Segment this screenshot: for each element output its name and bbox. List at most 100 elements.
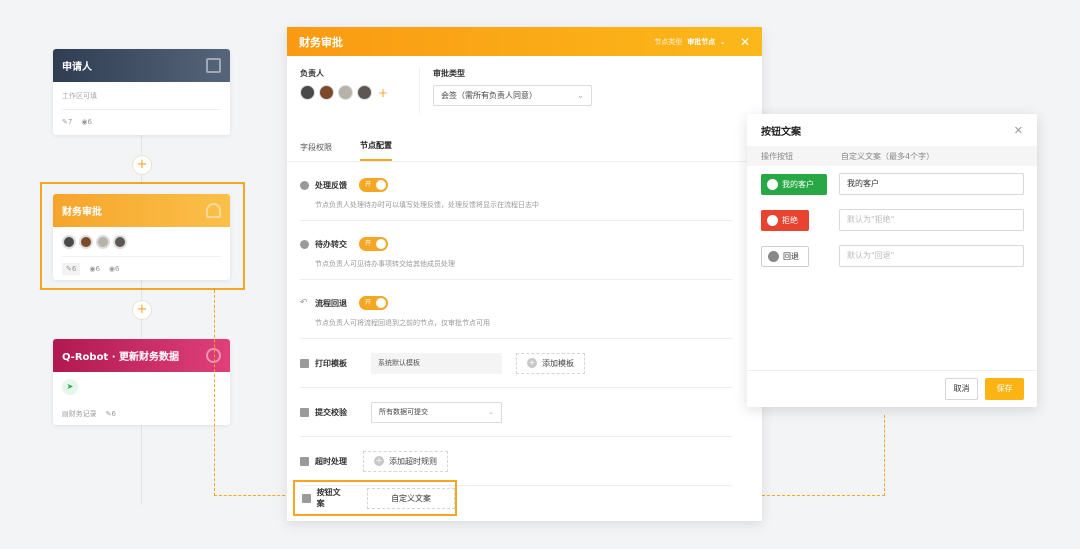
rollback-text-input[interactable]: 默认为"回退" [839,245,1024,267]
node-type-select[interactable]: 审批节点 [687,37,715,47]
node-robot[interactable]: Q-Robot · 更新财务数据 ➤ ▤财务记录 ✎6 [53,339,230,425]
record-icon: ▤ [62,409,69,418]
button-text-dialog: 按钮文案 ✕ 操作按钮 自定义文案（最多4个字） 我的客户 我的客户 拒绝 默认… [747,114,1037,407]
tab-node-config[interactable]: 节点配置 [360,140,392,161]
column-action: 操作按钮 [761,151,793,161]
view-count: ◉6 [81,117,92,126]
select-value: 所有数据可提交 [379,408,428,416]
dialog-footer: 取消 保存 [747,370,1037,407]
connector-dashed [214,290,215,496]
setting-submit-check: 提交校验 所有数据可提交 ⌄ [300,388,732,437]
setting-title: 处理反馈 [315,180,347,190]
setting-title: 打印模板 [315,358,347,368]
printer-icon [300,358,309,368]
close-icon[interactable]: ✕ [740,35,750,49]
dialog-row: 回退 默认为"回退" [747,238,1037,274]
approval-type-label: 审批类型 [433,69,465,78]
close-icon[interactable]: ✕ [1014,124,1023,137]
button-label: 我的客户 [782,179,814,189]
dialog-title: 按钮文案 [761,126,801,138]
node-type-label: 节点类型 [654,37,683,46]
avatar[interactable] [338,85,353,100]
rollback-toggle[interactable]: 开 [359,296,388,310]
connector-dashed [214,495,290,496]
node-applicant[interactable]: 申请人 工作区可填 ✎7 ◉6 [53,49,230,135]
setting-title: 待办转交 [315,239,347,249]
plus-icon: + [374,456,384,466]
add-template-button[interactable]: + 添加模板 [516,352,585,374]
add-responsible-button[interactable]: + [378,86,388,100]
checklist-icon [300,407,309,417]
column-custom: 自定义文案（最多4个字） [841,151,935,161]
comment-icon [300,180,309,190]
transfer-toggle[interactable]: 开 [359,237,388,251]
panel-header: 财务审批 节点类型 审批节点 ⌄ ✕ [287,27,762,56]
feedback-toggle[interactable]: 开 [359,178,388,192]
responsible-avatars: + [300,85,419,100]
setting-desc: 节点负责人可将流程回退到之前的节点，仅审批节点可用 [315,319,490,327]
setting-feedback: 处理反馈 开 节点负责人处理待办时可以填写处理反馈，处理反馈将显示在流程日志中 [300,162,732,221]
setting-timeout: 超时处理 + 添加超时规则 [300,437,732,486]
check-circle-icon [767,178,778,190]
undo-icon: ↶ [300,297,308,308]
flow-connector [141,425,142,505]
reject-text-input[interactable]: 默认为"拒绝" [839,209,1024,231]
setting-title: 提交校验 [315,407,347,417]
node-header: Q-Robot · 更新财务数据 [53,339,230,372]
setting-print-template: 打印模板 系统默认模板 + 添加模板 [300,339,732,388]
reject-button-preview: 拒绝 [761,209,809,231]
setting-button-text: 按钮文案 自定义文案 [293,480,457,516]
submit-check-select[interactable]: 所有数据可提交 ⌄ [371,401,502,423]
chevron-down-icon: ⌄ [577,91,584,100]
selected-node-highlight [40,182,245,290]
document-icon [302,493,311,503]
button-label: 回退 [783,251,799,261]
node-title: 申请人 [62,62,92,73]
approval-type-value: 会签（需所有负责人同意） [441,91,537,100]
avatar[interactable] [357,85,372,100]
back-circle-icon [768,250,779,262]
cancel-button[interactable]: 取消 [945,378,978,400]
dialog-row: 拒绝 默认为"拒绝" [747,202,1037,238]
tab-field-permissions[interactable]: 字段权限 [300,142,332,161]
button-label: 添加超时规则 [389,456,437,466]
approval-type-select[interactable]: 会签（需所有负责人同意） ⌄ [433,85,592,106]
setting-title: 超时处理 [315,456,347,466]
setting-rollback: ↶ 流程回退 开 节点负责人可将流程回退到之前的节点，仅审批节点可用 [300,280,732,339]
record-tag: ▤财务记录 [62,409,97,418]
avatar[interactable] [319,85,334,100]
approve-text-input[interactable]: 我的客户 [839,173,1024,195]
node-config-panel: 财务审批 节点类型 审批节点 ⌄ ✕ 负责人 + 审批类型 会签（需所有负责人同… [287,27,762,521]
node-title: Q-Robot · 更新财务数据 [62,352,179,363]
transfer-icon [300,239,309,249]
setting-title: 按钮文案 [316,488,341,508]
save-button[interactable]: 保存 [985,378,1024,400]
connector-dashed [884,415,885,496]
setting-transfer: 待办转交 开 节点负责人可见待办事项转交给其他成员处理 [300,221,732,280]
chevron-down-icon: ⌄ [488,408,494,416]
responsible-label: 负责人 [300,69,324,78]
setting-title: 流程回退 [315,298,347,308]
panel-title: 财务审批 [299,35,343,49]
setting-desc: 节点负责人可见待办事项转交给其他成员处理 [315,260,455,268]
avatar[interactable] [300,85,315,100]
button-label: 添加模板 [542,358,574,368]
chevron-down-icon[interactable]: ⌄ [719,37,726,46]
dialog-row: 我的客户 我的客户 [747,166,1037,202]
add-node-button[interactable]: + [132,300,152,320]
send-icon: ➤ [62,379,78,395]
custom-text-button[interactable]: 自定义文案 [367,487,455,509]
setting-desc: 节点负责人处理待办时可以填写处理反馈，处理反馈将显示在流程日志中 [315,201,539,209]
alarm-icon [300,456,309,466]
button-label: 拒绝 [782,215,798,225]
x-circle-icon [767,214,778,226]
node-header: 申请人 [53,49,230,82]
add-node-button[interactable]: + [132,155,152,175]
approve-button-preview: 我的客户 [761,173,827,195]
edit-count: ✎6 [105,409,116,418]
print-template-value[interactable]: 系统默认模板 [371,352,502,374]
plus-icon: + [527,358,537,368]
rollback-button-preview: 回退 [761,245,809,267]
add-timeout-rule-button[interactable]: + 添加超时规则 [363,450,448,472]
dialog-columns: 操作按钮 自定义文案（最多4个字） [747,146,1037,166]
